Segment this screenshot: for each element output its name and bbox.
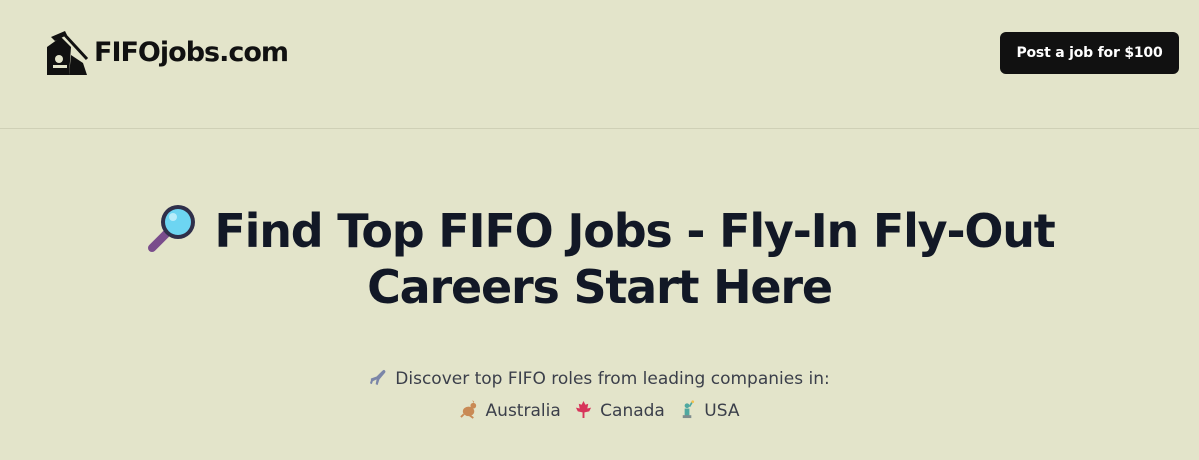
maple-leaf-icon xyxy=(576,400,592,419)
page-title-text: Find Top FIFO Jobs - Fly-In Fly-Out Care… xyxy=(214,204,1055,314)
site-header: FIFOjobs.com Post a job for $100 xyxy=(0,0,1199,129)
page-title: Find Top FIFO Jobs - Fly-In Fly-Out Care… xyxy=(70,200,1130,315)
magnifying-glass-icon xyxy=(148,205,196,252)
post-job-button[interactable]: Post a job for $100 xyxy=(1000,32,1179,74)
country-usa: USA xyxy=(678,395,739,427)
subtitle-text: Discover top FIFO roles from leading com… xyxy=(395,369,830,389)
site-logo[interactable]: FIFOjobs.com xyxy=(47,29,289,75)
airplane-icon xyxy=(370,369,386,386)
country-canada: Canada xyxy=(574,395,665,427)
statue-of-liberty-icon xyxy=(683,400,695,419)
hero-subtitle: Discover top FIFO roles from leading com… xyxy=(0,363,1199,427)
miner-logo-icon xyxy=(47,31,89,75)
hero-section: Find Top FIFO Jobs - Fly-In Fly-Out Care… xyxy=(0,200,1199,427)
country-name: Australia xyxy=(485,401,561,421)
kangaroo-icon xyxy=(459,400,476,419)
logo-text: FIFOjobs.com xyxy=(94,37,289,68)
country-australia: Australia xyxy=(459,395,561,427)
subtitle-line: Discover top FIFO roles from leading com… xyxy=(0,363,1199,395)
country-name: USA xyxy=(704,401,740,421)
country-name: Canada xyxy=(600,401,665,421)
country-list: Australia Canada USA xyxy=(0,395,1199,427)
